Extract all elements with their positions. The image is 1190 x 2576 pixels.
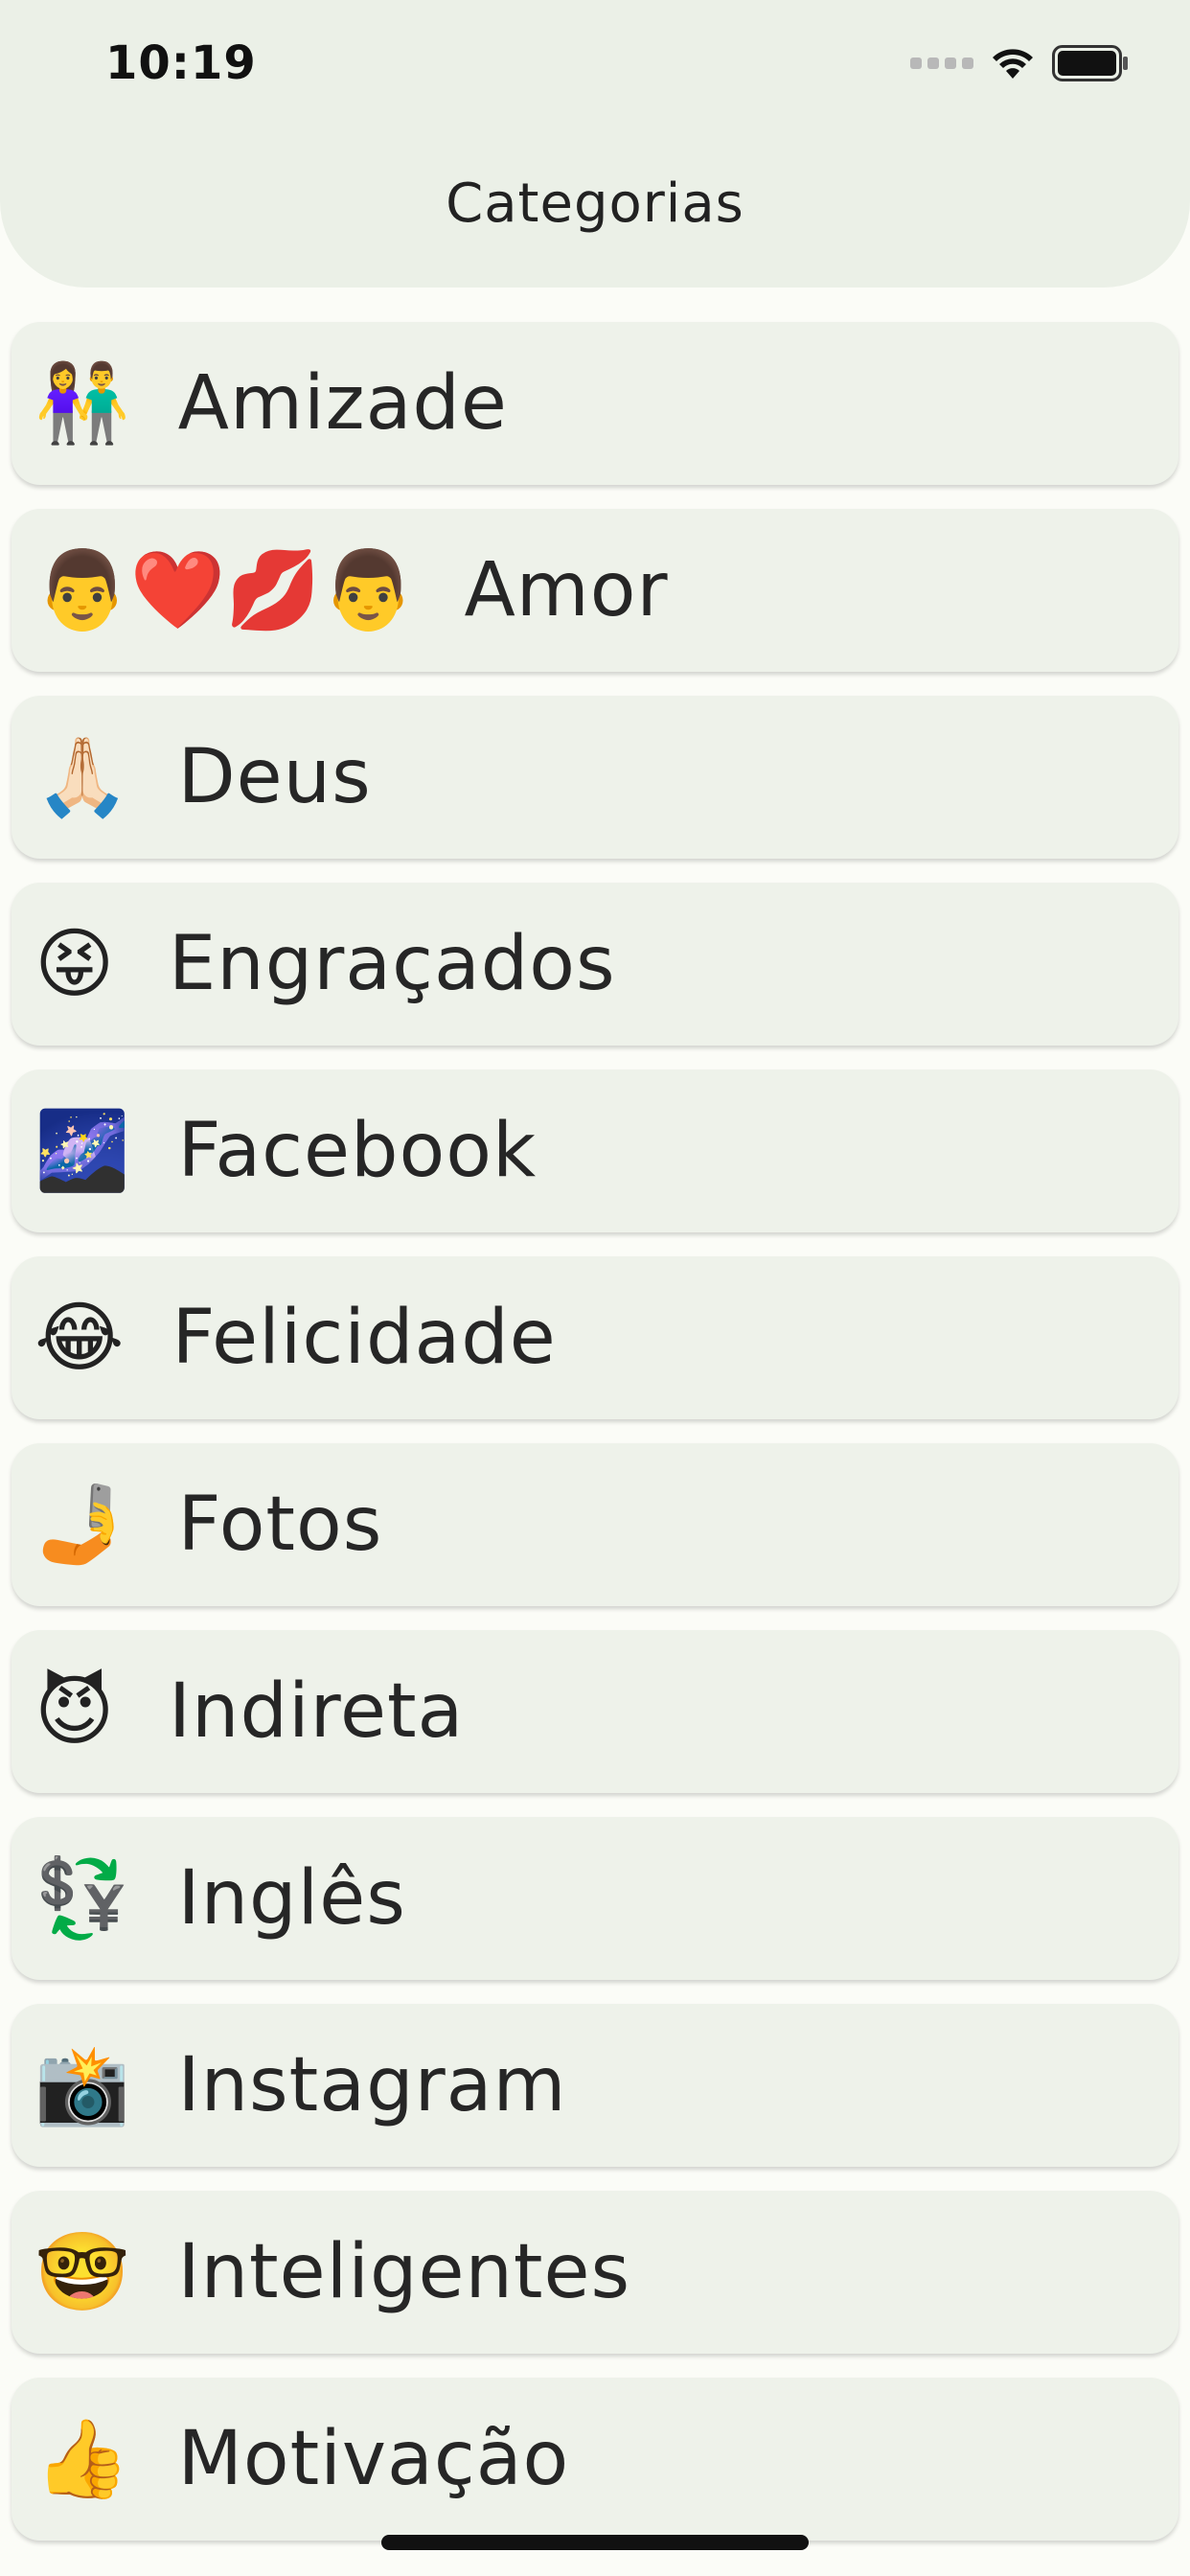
category-emoji-icon: 👍 [34,2414,130,2503]
category-list: 👫 Amizade 👨❤️💋👨 Amor 🙏🏻 Deus 😝 Engraçados 🌌 Faceb… [11,322,1179,2564]
category-item[interactable]: 🤳 Fotos [11,1443,1179,1606]
category-emoji-icon: 😂 [34,1293,125,1382]
category-item[interactable]: 👨❤️💋👨 Amor [11,509,1179,672]
category-emoji-icon: 👨❤️💋👨 [34,545,417,634]
category-item[interactable]: 😝 Engraçados [11,883,1179,1046]
category-label: Deus [177,734,372,820]
category-item[interactable]: 💱 Inglês [11,1817,1179,1980]
category-emoji-icon: 😈 [34,1667,115,1756]
cellular-signal-icon [910,58,973,69]
category-label: Fotos [177,1482,383,1568]
category-label: Engraçados [169,921,616,1007]
category-item[interactable]: 😈 Indireta [11,1630,1179,1793]
category-item[interactable]: 🤓 Inteligentes [11,2191,1179,2354]
category-label: Motivação [177,2416,570,2502]
category-item[interactable]: 🌌 Facebook [11,1070,1179,1232]
category-label: Facebook [177,1108,538,1194]
page-title: Categorias [446,172,744,235]
category-emoji-icon: 🤳 [34,1480,130,1569]
category-label: Inglês [177,1855,406,1942]
category-label: Indireta [169,1668,465,1755]
category-emoji-icon: 🙏🏻 [34,732,130,821]
category-emoji-icon: 🤓 [34,2227,130,2316]
category-emoji-icon: 😝 [34,919,115,1008]
category-item[interactable]: 📸 Instagram [11,2004,1179,2167]
category-label: Felicidade [172,1295,557,1381]
category-item[interactable]: 😂 Felicidade [11,1256,1179,1419]
category-label: Instagram [177,2042,567,2128]
category-item[interactable]: 🙏🏻 Deus [11,696,1179,859]
wifi-icon [993,49,1033,79]
home-indicator [381,2535,809,2550]
battery-icon [1052,45,1128,81]
category-item[interactable]: 👫 Amizade [11,322,1179,485]
category-label: Amor [464,547,669,633]
header: 10:19 Categorias [0,0,1190,288]
category-emoji-icon: 👫 [34,358,130,448]
status-time: 10:19 [105,36,257,90]
category-emoji-icon: 📸 [34,2040,130,2129]
status-icons [910,44,1129,82]
category-label: Inteligentes [177,2229,631,2315]
category-emoji-icon: 💱 [34,1853,130,1943]
category-item[interactable]: 👍 Motivação [11,2378,1179,2541]
category-emoji-icon: 🌌 [34,1106,130,1195]
category-label: Amizade [177,360,508,447]
